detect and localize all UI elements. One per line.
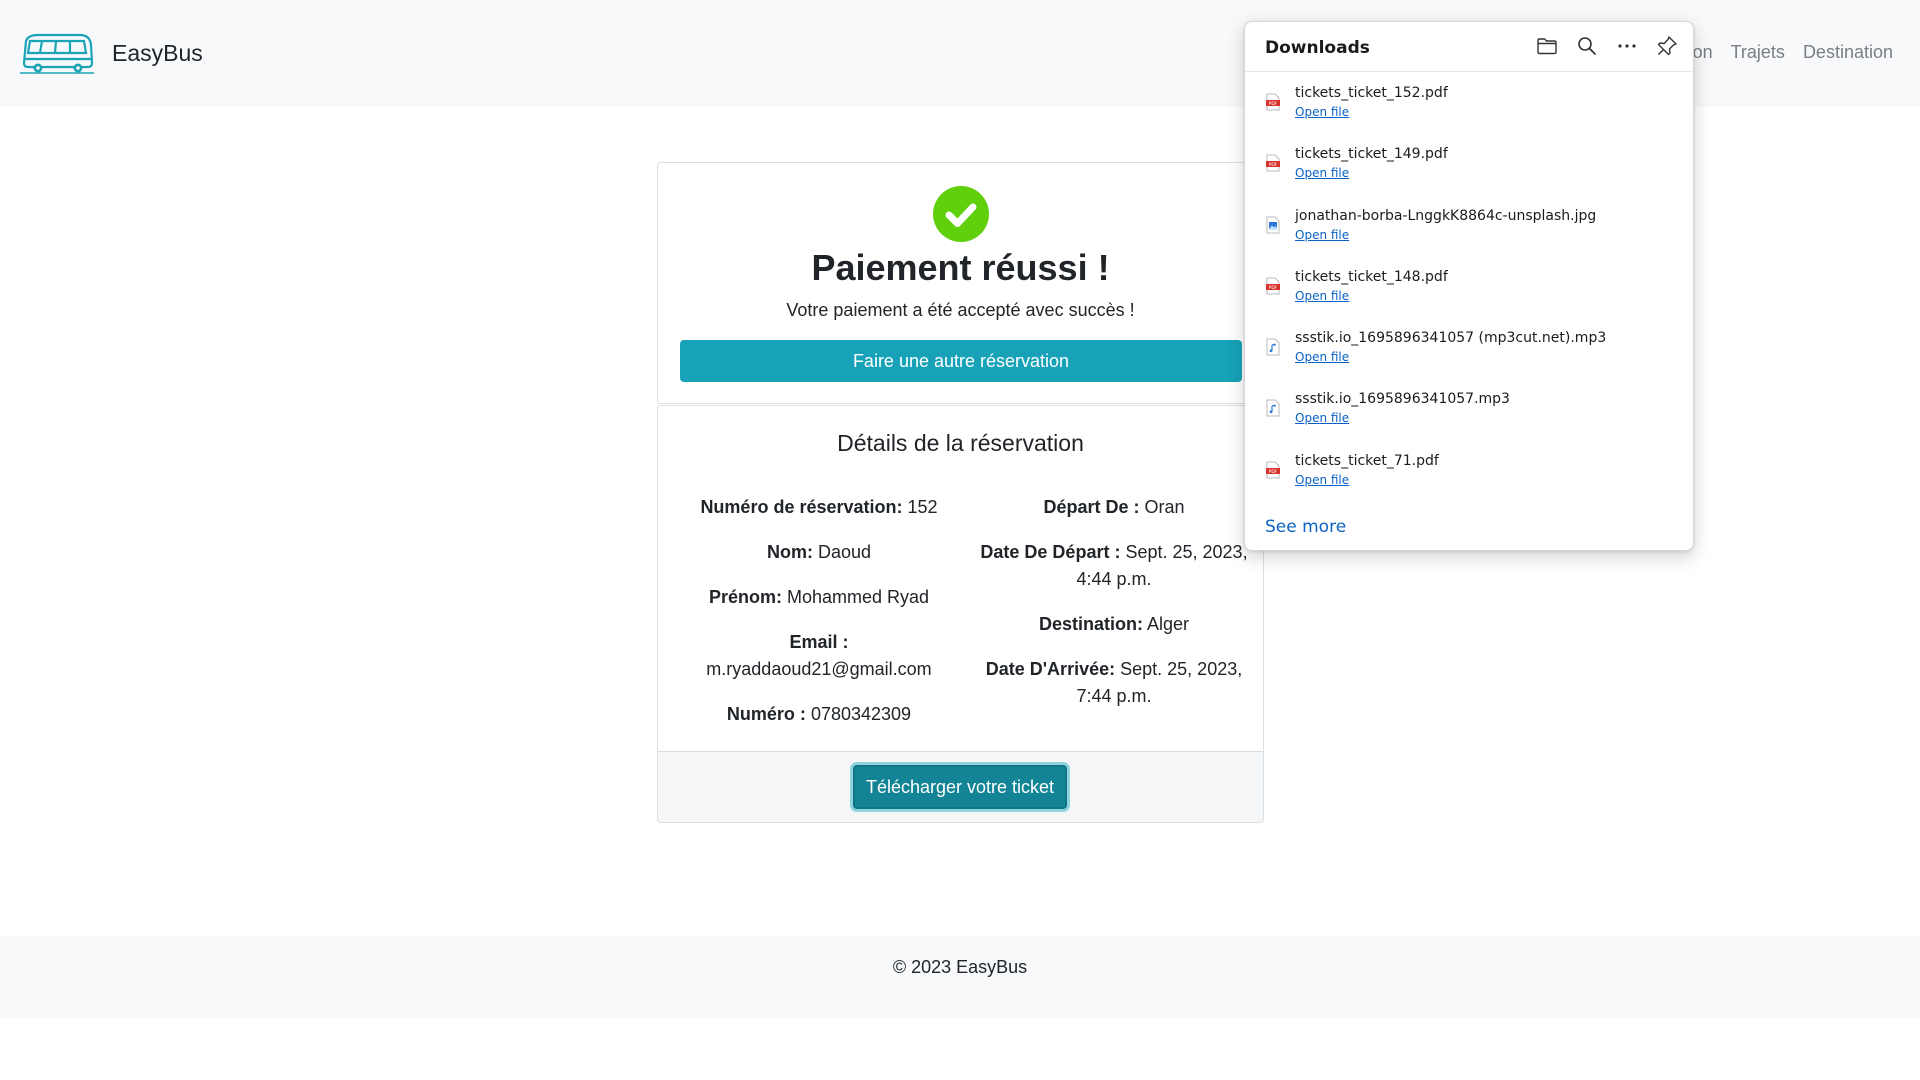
download-file-name: ssstik.io_1695896341057.mp3 — [1295, 391, 1510, 408]
field-label: Date D'Arrivée: — [985, 659, 1116, 679]
downloads-actions — [1535, 34, 1679, 58]
field-destination: Destination: Alger — [980, 611, 1248, 638]
downloads-title: Downloads — [1265, 38, 1370, 58]
brand-link[interactable]: EasyBus — [20, 31, 203, 75]
page-footer: © 2023 EasyBus — [0, 936, 1920, 1017]
svg-text:PDF: PDF — [1269, 101, 1278, 107]
field-email: Email : m.ryaddaoud21@gmail.com — [678, 629, 960, 683]
field-departure: Départ De : Oran — [980, 494, 1248, 521]
reservation-details-card: Détails de la réservation Numéro de rése… — [657, 405, 1264, 823]
field-label: Numéro de réservation: — [700, 497, 903, 517]
download-ticket-button[interactable]: Télécharger votre ticket — [853, 765, 1067, 809]
copyright-text: © 2023 EasyBus — [892, 957, 1028, 977]
field-label: Départ De : — [1043, 497, 1140, 517]
downloads-list: PDF tickets_ticket_152.pdf Open file PDF… — [1245, 83, 1693, 512]
download-file-name: ssstik.io_1695896341057 (mp3cut.net).mp3 — [1295, 330, 1607, 347]
download-file-name: tickets_ticket_71.pdf — [1295, 452, 1439, 469]
download-file-name: tickets_ticket_149.pdf — [1295, 146, 1448, 163]
pdf-file-icon: PDF — [1266, 93, 1280, 111]
folder-icon[interactable] — [1535, 34, 1559, 58]
downloads-panel: Downloads PDF tickets_ticket_152.pdf Ope… — [1244, 21, 1694, 551]
field-value: 0780342309 — [810, 704, 912, 724]
image-file-icon — [1266, 216, 1280, 234]
open-file-link[interactable]: Open file — [1295, 473, 1349, 487]
download-file-name: tickets_ticket_148.pdf — [1295, 268, 1448, 285]
details-title: Détails de la réservation — [837, 430, 1084, 456]
more-options-icon[interactable] — [1615, 34, 1639, 58]
check-circle-icon — [933, 186, 989, 242]
download-item[interactable]: jonathan-borba-LnggkK8864c-unsplash.jpg … — [1245, 206, 1693, 267]
pin-icon[interactable] — [1655, 34, 1679, 58]
download-item[interactable]: PDF tickets_ticket_71.pdf Open file — [1245, 451, 1693, 512]
svg-text:PDF: PDF — [1269, 285, 1278, 291]
pdf-file-icon: PDF — [1266, 277, 1280, 295]
download-item[interactable]: PDF tickets_ticket_152.pdf Open file — [1245, 83, 1693, 144]
field-label: Nom: — [766, 542, 813, 562]
field-label: Numéro : — [726, 704, 806, 724]
search-icon[interactable] — [1575, 34, 1599, 58]
field-label: Date De Départ : — [980, 542, 1121, 562]
details-right-column: Départ De : Oran Date De Départ : Sept. … — [980, 494, 1248, 728]
field-value: Mohammed Ryad — [786, 587, 930, 607]
field-departure-date: Date De Départ : Sept. 25, 2023, 4:44 p.… — [980, 539, 1248, 593]
nav-link-trajets[interactable]: Trajets — [1731, 42, 1785, 63]
open-file-link[interactable]: Open file — [1295, 411, 1349, 425]
field-label: Prénom: — [708, 587, 782, 607]
bus-logo-icon — [20, 31, 94, 75]
see-more-link[interactable]: See more — [1265, 517, 1346, 537]
field-label: Destination: — [1038, 614, 1143, 634]
field-value: Daoud — [817, 542, 872, 562]
download-item[interactable]: ssstik.io_1695896341057.mp3 Open file — [1245, 389, 1693, 450]
open-file-link[interactable]: Open file — [1295, 350, 1349, 364]
field-value: m.ryaddaoud21@gmail.com — [706, 659, 932, 679]
download-item[interactable]: PDF tickets_ticket_148.pdf Open file — [1245, 267, 1693, 328]
svg-text:PDF: PDF — [1269, 162, 1278, 168]
details-left-column: Numéro de réservation: 152 Nom: Daoud Pr… — [678, 494, 960, 746]
new-reservation-button[interactable]: Faire une autre réservation — [680, 340, 1242, 382]
field-reservation-number: Numéro de réservation: 152 — [678, 494, 960, 521]
brand-name: EasyBus — [112, 40, 203, 66]
payment-success-card: Paiement réussi ! Votre paiement a été a… — [657, 162, 1264, 404]
download-file-name: jonathan-borba-LnggkK8864c-unsplash.jpg — [1295, 207, 1597, 224]
nav-link-partial[interactable]: on — [1693, 42, 1713, 63]
field-label: Email : — [789, 632, 849, 652]
open-file-link[interactable]: Open file — [1295, 289, 1349, 303]
pdf-file-icon: PDF — [1266, 154, 1280, 172]
open-file-link[interactable]: Open file — [1295, 228, 1349, 242]
downloads-header: Downloads — [1245, 22, 1693, 72]
field-value: 152 — [907, 497, 938, 517]
audio-file-icon — [1266, 399, 1280, 417]
success-title: Paiement réussi ! — [811, 247, 1110, 288]
success-message: Votre paiement a été accepté avec succès… — [786, 300, 1135, 320]
field-arrival-date: Date D'Arrivée: Sept. 25, 2023, 7:44 p.m… — [980, 656, 1248, 710]
open-file-link[interactable]: Open file — [1295, 166, 1349, 180]
svg-text:PDF: PDF — [1269, 469, 1278, 475]
audio-file-icon — [1266, 338, 1280, 356]
field-first-name: Prénom: Mohammed Ryad — [678, 584, 960, 611]
details-card-footer: Télécharger votre ticket — [658, 751, 1263, 822]
download-item[interactable]: ssstik.io_1695896341057 (mp3cut.net).mp3… — [1245, 328, 1693, 389]
nav-links: on Trajets Destination — [1693, 42, 1893, 63]
field-value: Oran — [1144, 497, 1185, 517]
pdf-file-icon: PDF — [1266, 461, 1280, 479]
download-file-name: tickets_ticket_152.pdf — [1295, 85, 1448, 101]
field-phone: Numéro : 0780342309 — [678, 701, 960, 728]
open-file-link[interactable]: Open file — [1295, 105, 1349, 119]
download-item[interactable]: PDF tickets_ticket_149.pdf Open file — [1245, 144, 1693, 205]
nav-link-destination[interactable]: Destination — [1803, 42, 1893, 63]
field-last-name: Nom: Daoud — [678, 539, 960, 566]
field-value: Alger — [1147, 614, 1190, 634]
